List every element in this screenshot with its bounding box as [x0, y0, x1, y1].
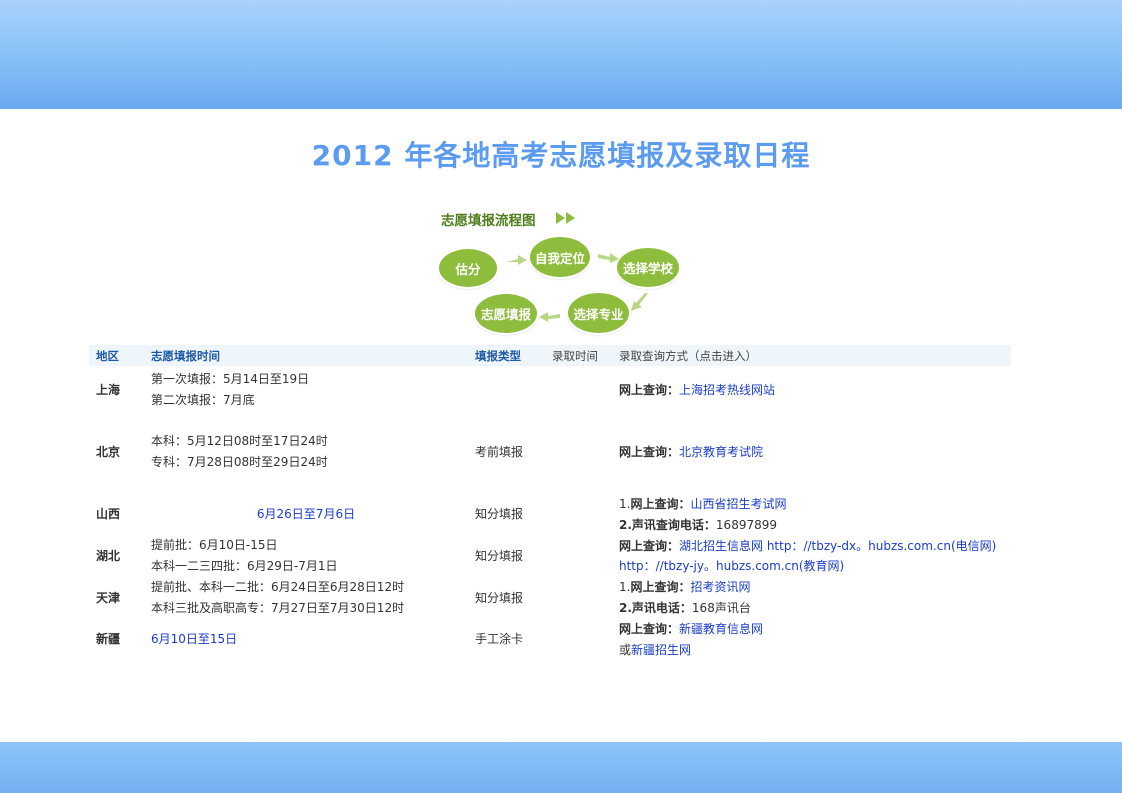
top-banner [0, 0, 1122, 109]
flow-step-choose-school: 选择学校 [617, 248, 679, 287]
region-shanghai: 上海 [96, 383, 121, 397]
arrow-left-icon [539, 312, 560, 322]
time-line: 提前批、本科一二批：6月24日至6月28日12时 [151, 580, 405, 594]
arrow-right-icon [506, 255, 527, 265]
table-header [89, 345, 1011, 366]
time-line: 第二次填报：7月底 [151, 393, 255, 407]
query-method-alt: 或新疆招生网 [619, 641, 691, 658]
time-line: 本科：5月12日08时至17日24时 [151, 434, 328, 448]
query-link-xinjiang-edu[interactable]: 新疆教育信息网 [679, 622, 763, 636]
region-tianjin: 天津 [96, 591, 121, 605]
query-label: 网上查询： [619, 383, 680, 397]
page-title: 2012 年各地高考志愿填报及录取日程 [311, 139, 811, 172]
arrow-down-left-icon [631, 293, 648, 311]
query-label: 网上查询： [619, 622, 680, 636]
query-link-shanxi[interactable]: 山西省招生考试网 [690, 497, 786, 511]
header-region: 地区 [96, 349, 119, 363]
query-label: 网上查询： [630, 497, 691, 511]
header-application-type: 填报类型 [475, 349, 521, 363]
phone-service: 168声讯台 [691, 601, 751, 615]
query-method: 网上查询：湖北招生信息网 http：//tbzy-dx。hubzs.com.cn… [619, 537, 996, 554]
time-link-xinjiang[interactable]: 6月10日至15日 [151, 630, 237, 647]
query-method: 网上查询：上海招考热线网站 [619, 381, 775, 398]
phone-label: 2.声讯查询电话： [619, 518, 716, 532]
phone-number: 16897899 [715, 518, 777, 532]
query-phone: 2.声讯电话：168声讯台 [619, 599, 751, 616]
time-line: 本科一二三四批：6月29日-7月1日 [151, 559, 338, 573]
query-method: 网上查询：北京教育考试院 [619, 443, 763, 460]
bottom-banner [0, 742, 1122, 793]
region-hubei: 湖北 [96, 549, 121, 563]
flow-step-choose-major: 选择专业 [568, 293, 629, 333]
query-link-shanghai[interactable]: 上海招考热线网站 [679, 383, 775, 397]
flow-chart-title: 志愿填报流程图 [441, 213, 536, 229]
application-type: 考前填报 [475, 445, 524, 459]
query-link-tianjin[interactable]: 招考资讯网 [690, 580, 750, 594]
query-label: 网上查询： [630, 580, 691, 594]
query-label: 网上查询： [619, 445, 680, 459]
query-method: 1.网上查询：山西省招生考试网 [619, 495, 786, 512]
application-type: 知分填报 [475, 549, 524, 563]
query-phone: 2.声讯查询电话：16897899 [619, 516, 777, 533]
region-xinjiang: 新疆 [96, 632, 121, 646]
flow-step-self-position: 自我定位 [530, 237, 590, 277]
time-line: 第一次填报：5月14日至19日 [151, 372, 310, 386]
query-number: 1. [619, 580, 631, 594]
region-shanxi: 山西 [96, 507, 121, 521]
time-line: 专科：7月28日08时至29日24时 [151, 455, 328, 469]
query-link-hubei[interactable]: 湖北招生信息网 http：//tbzy-dx。hubzs.com.cn(电信网) [679, 539, 996, 553]
query-link-hubei-edu[interactable]: http：//tbzy-jy。hubzs.com.cn(教育网) [619, 557, 844, 574]
query-number: 1. [619, 497, 631, 511]
query-link-beijing[interactable]: 北京教育考试院 [679, 445, 763, 459]
phone-label: 2.声讯电话： [619, 601, 692, 615]
flow-step-estimate: 估分 [439, 249, 497, 287]
time-line: 提前批：6月10日-15日 [151, 538, 278, 552]
query-prefix: 或 [619, 643, 632, 657]
double-play-icon [556, 212, 575, 224]
header-admission-time: 录取时间 [552, 349, 598, 363]
time-line: 本科三批及高职高专：7月27日至7月30日12时 [151, 601, 405, 615]
arrow-right-icon [598, 253, 619, 263]
application-type: 手工涂卡 [475, 632, 524, 646]
application-type: 知分填报 [475, 507, 524, 521]
query-method: 网上查询：新疆教育信息网 [619, 620, 763, 637]
time-link-shanxi[interactable]: 6月26日至7月6日 [151, 505, 461, 522]
flow-step-fill-application: 志愿填报 [475, 294, 537, 333]
header-query-method: 录取查询方式（点击进入） [619, 349, 757, 363]
application-type: 知分填报 [475, 591, 524, 605]
header-application-time: 志愿填报时间 [151, 349, 220, 363]
query-method: 1.网上查询：招考资讯网 [619, 578, 750, 595]
query-link-xinjiang-admission[interactable]: 新疆招生网 [631, 643, 691, 657]
region-beijing: 北京 [96, 445, 121, 459]
query-label: 网上查询： [619, 539, 680, 553]
